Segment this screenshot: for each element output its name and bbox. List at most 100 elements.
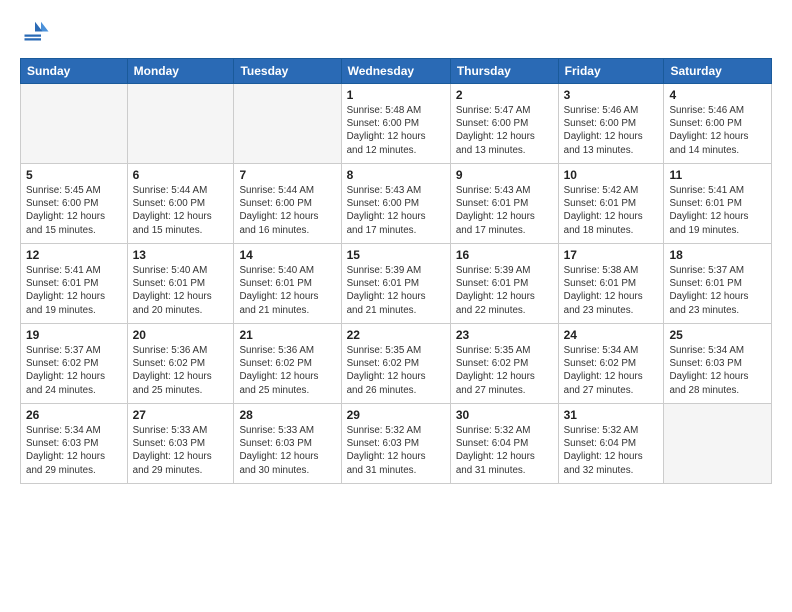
day-number: 28 (239, 408, 335, 422)
day-number: 20 (133, 328, 229, 342)
day-cell: 18Sunrise: 5:37 AM Sunset: 6:01 PM Dayli… (664, 244, 772, 324)
day-info: Sunrise: 5:34 AM Sunset: 6:03 PM Dayligh… (26, 424, 122, 477)
day-number: 31 (564, 408, 659, 422)
day-cell: 5 Sunrise: 5:45 AM Sunset: 6:00 PM Daylig… (21, 164, 128, 244)
day-number: 11 (669, 168, 766, 182)
day-info: Sunrise: 5:32 AM Sunset: 6:04 PM Dayligh… (564, 424, 659, 477)
day-info: Sunrise: 5:46 AM Sunset: 6:00 PM Dayligh… (669, 104, 766, 157)
day-info: Sunrise: 5:44 AM Sunset: 6:00 PM Dayligh… (239, 184, 335, 237)
day-number: 8 (347, 168, 445, 182)
day-info: Sunrise: 5:40 AM Sunset: 6:01 PM Dayligh… (133, 264, 229, 317)
day-number: 15 (347, 248, 445, 262)
day-cell: 9Sunrise: 5:43 AM Sunset: 6:01 PM Daylig… (450, 164, 558, 244)
day-info: Sunrise: 5:48 AM Sunset: 6:00 PM Dayligh… (347, 104, 445, 157)
day-info: Sunrise: 5:47 AM Sunset: 6:00 PM Dayligh… (456, 104, 553, 157)
day-info: Sunrise: 5:40 AM Sunset: 6:01 PM Dayligh… (239, 264, 335, 317)
day-cell: 17 Sunrise: 5:38 AM Sunset: 6:01 PM Dayli… (558, 244, 664, 324)
day-cell: 27 Sunrise: 5:33 AM Sunset: 6:03 PM Dayli… (127, 404, 234, 484)
day-cell (21, 84, 128, 164)
day-cell: 12 Sunrise: 5:41 AM Sunset: 6:01 PM Dayli… (21, 244, 128, 324)
day-cell: 21 Sunrise: 5:36 AM Sunset: 6:02 PM Dayli… (234, 324, 341, 404)
weekday-header-wednesday: Wednesday (341, 59, 450, 84)
day-cell: 23Sunrise: 5:35 AM Sunset: 6:02 PM Dayli… (450, 324, 558, 404)
day-number: 14 (239, 248, 335, 262)
day-number: 7 (239, 168, 335, 182)
day-number: 3 (564, 88, 659, 102)
day-number: 1 (347, 88, 445, 102)
weekday-header-thursday: Thursday (450, 59, 558, 84)
day-cell: 30 Sunrise: 5:32 AM Sunset: 6:04 PM Dayli… (450, 404, 558, 484)
day-cell: 22 Sunrise: 5:35 AM Sunset: 6:02 PM Dayli… (341, 324, 450, 404)
day-info: Sunrise: 5:33 AM Sunset: 6:03 PM Dayligh… (239, 424, 335, 477)
day-info: Sunrise: 5:45 AM Sunset: 6:00 PM Dayligh… (26, 184, 122, 237)
week-row-2: 5 Sunrise: 5:45 AM Sunset: 6:00 PM Daylig… (21, 164, 772, 244)
day-info: Sunrise: 5:36 AM Sunset: 6:02 PM Dayligh… (239, 344, 335, 397)
week-row-5: 26 Sunrise: 5:34 AM Sunset: 6:03 PM Dayli… (21, 404, 772, 484)
day-cell: 6 Sunrise: 5:44 AM Sunset: 6:00 PM Daylig… (127, 164, 234, 244)
day-number: 24 (564, 328, 659, 342)
day-number: 30 (456, 408, 553, 422)
week-row-1: 1 Sunrise: 5:48 AM Sunset: 6:00 PM Daylig… (21, 84, 772, 164)
header (20, 18, 772, 48)
day-cell (127, 84, 234, 164)
day-cell: 2 Sunrise: 5:47 AM Sunset: 6:00 PM Daylig… (450, 84, 558, 164)
day-cell: 7 Sunrise: 5:44 AM Sunset: 6:00 PM Daylig… (234, 164, 341, 244)
day-cell: 29 Sunrise: 5:32 AM Sunset: 6:03 PM Dayli… (341, 404, 450, 484)
day-cell: 14 Sunrise: 5:40 AM Sunset: 6:01 PM Dayli… (234, 244, 341, 324)
day-number: 23 (456, 328, 553, 342)
day-cell: 11 Sunrise: 5:41 AM Sunset: 6:01 PM Dayli… (664, 164, 772, 244)
day-number: 22 (347, 328, 445, 342)
day-number: 10 (564, 168, 659, 182)
day-cell: 1 Sunrise: 5:48 AM Sunset: 6:00 PM Daylig… (341, 84, 450, 164)
logo (20, 18, 54, 48)
day-number: 13 (133, 248, 229, 262)
weekday-header-monday: Monday (127, 59, 234, 84)
calendar-table: SundayMondayTuesdayWednesdayThursdayFrid… (20, 58, 772, 484)
day-number: 26 (26, 408, 122, 422)
day-cell: 19 Sunrise: 5:37 AM Sunset: 6:02 PM Dayli… (21, 324, 128, 404)
day-info: Sunrise: 5:39 AM Sunset: 6:01 PM Dayligh… (456, 264, 553, 317)
day-info: Sunrise: 5:34 AM Sunset: 6:02 PM Dayligh… (564, 344, 659, 397)
day-info: Sunrise: 5:38 AM Sunset: 6:01 PM Dayligh… (564, 264, 659, 317)
day-cell (664, 404, 772, 484)
weekday-header-row: SundayMondayTuesdayWednesdayThursdayFrid… (21, 59, 772, 84)
day-number: 16 (456, 248, 553, 262)
logo-icon (20, 18, 50, 48)
day-number: 27 (133, 408, 229, 422)
day-cell: 15 Sunrise: 5:39 AM Sunset: 6:01 PM Dayli… (341, 244, 450, 324)
day-number: 25 (669, 328, 766, 342)
day-info: Sunrise: 5:36 AM Sunset: 6:02 PM Dayligh… (133, 344, 229, 397)
day-number: 21 (239, 328, 335, 342)
weekday-header-saturday: Saturday (664, 59, 772, 84)
day-info: Sunrise: 5:42 AM Sunset: 6:01 PM Dayligh… (564, 184, 659, 237)
day-number: 18 (669, 248, 766, 262)
day-cell: 8Sunrise: 5:43 AM Sunset: 6:00 PM Daylig… (341, 164, 450, 244)
weekday-header-sunday: Sunday (21, 59, 128, 84)
day-cell: 26 Sunrise: 5:34 AM Sunset: 6:03 PM Dayli… (21, 404, 128, 484)
day-info: Sunrise: 5:32 AM Sunset: 6:04 PM Dayligh… (456, 424, 553, 477)
day-info: Sunrise: 5:37 AM Sunset: 6:02 PM Dayligh… (26, 344, 122, 397)
day-number: 19 (26, 328, 122, 342)
day-number: 2 (456, 88, 553, 102)
week-row-3: 12 Sunrise: 5:41 AM Sunset: 6:01 PM Dayli… (21, 244, 772, 324)
day-cell: 13 Sunrise: 5:40 AM Sunset: 6:01 PM Dayli… (127, 244, 234, 324)
day-number: 17 (564, 248, 659, 262)
day-info: Sunrise: 5:44 AM Sunset: 6:00 PM Dayligh… (133, 184, 229, 237)
day-info: Sunrise: 5:33 AM Sunset: 6:03 PM Dayligh… (133, 424, 229, 477)
day-number: 5 (26, 168, 122, 182)
day-info: Sunrise: 5:35 AM Sunset: 6:02 PM Dayligh… (347, 344, 445, 397)
week-row-4: 19 Sunrise: 5:37 AM Sunset: 6:02 PM Dayli… (21, 324, 772, 404)
day-cell: 10 Sunrise: 5:42 AM Sunset: 6:01 PM Dayli… (558, 164, 664, 244)
day-number: 6 (133, 168, 229, 182)
day-cell: 4Sunrise: 5:46 AM Sunset: 6:00 PM Daylig… (664, 84, 772, 164)
day-info: Sunrise: 5:41 AM Sunset: 6:01 PM Dayligh… (26, 264, 122, 317)
day-info: Sunrise: 5:39 AM Sunset: 6:01 PM Dayligh… (347, 264, 445, 317)
day-number: 12 (26, 248, 122, 262)
day-number: 29 (347, 408, 445, 422)
day-info: Sunrise: 5:32 AM Sunset: 6:03 PM Dayligh… (347, 424, 445, 477)
day-info: Sunrise: 5:41 AM Sunset: 6:01 PM Dayligh… (669, 184, 766, 237)
day-cell (234, 84, 341, 164)
day-info: Sunrise: 5:34 AM Sunset: 6:03 PM Dayligh… (669, 344, 766, 397)
weekday-header-tuesday: Tuesday (234, 59, 341, 84)
page: SundayMondayTuesdayWednesdayThursdayFrid… (0, 0, 792, 612)
